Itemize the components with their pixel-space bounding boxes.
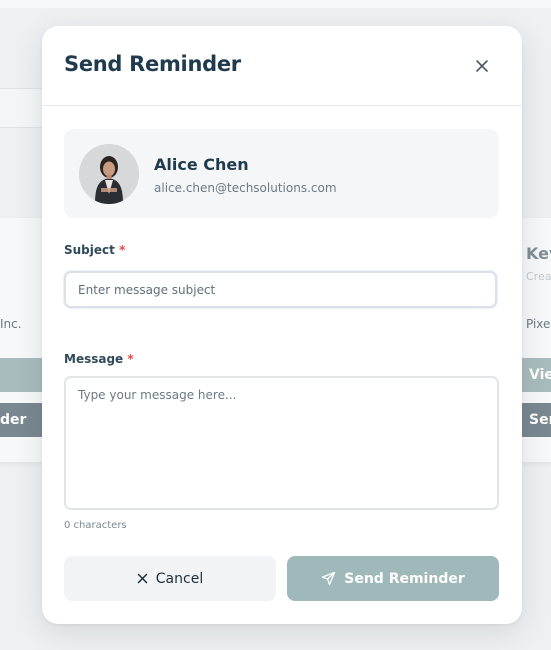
modal-header: Send Reminder [42, 26, 522, 106]
background-view-button [0, 358, 46, 392]
cancel-button-label: Cancel [155, 570, 204, 587]
subject-label: Subject * [64, 243, 125, 257]
close-icon [476, 60, 488, 72]
background-company-text: Inc. [0, 317, 22, 331]
background-user-name: Kev [526, 244, 551, 263]
recipient-card: Alice Chen alice.chen@techsolutions.com [64, 129, 499, 218]
recipient-avatar [79, 144, 139, 204]
background-send-button: Sen [521, 403, 551, 437]
message-label: Message * [64, 352, 134, 366]
send-button-label: Send Reminder [344, 570, 465, 587]
background-company-text: Pixel [526, 317, 551, 331]
character-count: 0 characters [64, 520, 127, 531]
avatar-image [79, 144, 139, 204]
send-reminder-modal: Send Reminder Alice Chen alice.chen@tech… [42, 26, 522, 624]
message-label-text: Message [64, 352, 124, 366]
x-icon [137, 573, 148, 584]
background-send-button: der [0, 403, 46, 437]
background-top-bar [0, 0, 551, 8]
required-mark: * [119, 243, 126, 257]
cancel-button[interactable]: Cancel [64, 556, 276, 601]
modal-title: Send Reminder [64, 52, 241, 76]
background-view-button: View [521, 358, 551, 392]
close-button[interactable] [468, 52, 496, 80]
subject-label-text: Subject [64, 243, 115, 257]
message-textarea[interactable] [64, 376, 499, 510]
background-user-role: Crea [526, 270, 551, 283]
required-mark: * [127, 352, 134, 366]
background-card-left: Inc. der [0, 218, 46, 462]
recipient-name: Alice Chen [154, 155, 249, 174]
subject-input[interactable] [64, 271, 497, 308]
recipient-email: alice.chen@techsolutions.com [154, 181, 337, 195]
send-icon [322, 571, 336, 586]
send-reminder-button[interactable]: Send Reminder [287, 556, 499, 601]
